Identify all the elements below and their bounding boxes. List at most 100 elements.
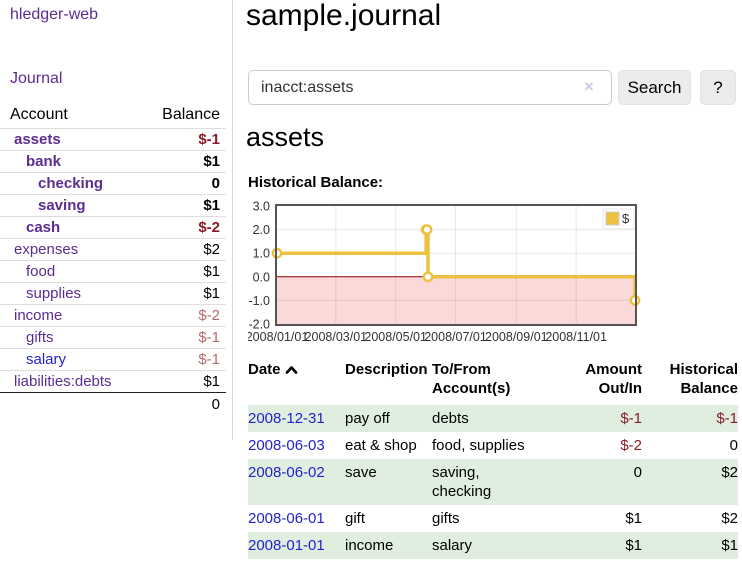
register-table: Date Description To/From Account(s) Amou… [248,360,738,559]
data-point-marker [423,225,431,233]
y-axis-tick-label: -1.0 [248,294,270,308]
transaction-description: income [345,532,432,559]
search-input[interactable] [248,70,612,105]
sidebar-account-expenses[interactable]: expenses [14,241,78,258]
accounts-table: Account Balance assets $-1 bank $1 checking 0… [0,103,226,416]
y-axis-tick-label: 1.0 [253,247,270,261]
register-header-row: Date Description To/From Account(s) Amou… [248,360,738,405]
transaction-balance: $2 [642,459,738,505]
register-row: 2008-06-02savesaving, checking0$2 [248,459,738,505]
data-point-marker [424,273,432,281]
account-balance: $1 [150,151,226,173]
sort-ascending-icon [284,364,299,375]
account-row: cash $-2 [0,217,226,239]
transaction-description: pay off [345,405,432,432]
accounts-total-row: 0 [0,393,226,417]
accounts-header-account: Account [0,103,150,129]
y-axis-tick-label: 0.0 [253,270,270,284]
register-row: 2008-06-03eat & shopfood, supplies$-20 [248,432,738,459]
account-balance: $1 [150,371,226,393]
account-balance: $1 [150,261,226,283]
sidebar-account-gifts[interactable]: gifts [26,329,54,346]
sidebar-account-liabilities:debts[interactable]: liabilities:debts [14,373,112,390]
account-row: salary $-1 [0,349,226,371]
account-heading: assets [246,118,324,156]
account-balance: $1 [150,195,226,217]
sidebar-account-food[interactable]: food [26,263,55,280]
x-axis-tick-label: 2008/01/01 [248,330,308,344]
account-balance: 0 [150,173,226,195]
sidebar: hledger-web Journal Account Balance asse… [0,0,233,440]
legend-swatch [606,212,619,225]
account-row: supplies $1 [0,283,226,305]
x-axis-tick-label: 2008/03/01 [305,330,368,344]
transaction-accounts: salary [432,532,548,559]
account-row: bank $1 [0,151,226,173]
clear-search-icon[interactable]: × [584,77,594,97]
transaction-description: gift [345,505,432,532]
x-axis-tick-label: 2008/05/01 [364,330,427,344]
account-balance: $-1 [150,129,226,151]
sidebar-account-bank[interactable]: bank [26,153,61,170]
account-balance: $-2 [150,305,226,327]
x-axis-tick-label: 2008/07/01 [424,330,487,344]
account-balance: $-1 [150,327,226,349]
account-row: food $1 [0,261,226,283]
transaction-date-link[interactable]: 2008-06-03 [248,437,325,454]
x-axis-tick-label: 2008/11/01 [545,330,607,344]
accounts-total-value: 0 [150,393,226,417]
app-title-link[interactable]: hledger-web [10,6,98,24]
search-form: × Search ? [248,70,742,105]
account-row: gifts $-1 [0,327,226,349]
register-row: 2008-06-01 giftgifts$1$2 [248,505,738,532]
sidebar-account-income[interactable]: income [14,307,62,324]
transaction-amount: $-1 [548,405,642,432]
account-balance: $-1 [150,349,226,371]
x-axis-tick-label: 2008/09/01 [485,330,548,344]
transaction-date-link[interactable]: 2008-12-31 [248,410,325,427]
register-row: 2008-01-01incomesalary$1$1 [248,532,738,559]
sidebar-account-salary[interactable]: salary [26,351,66,368]
column-header-amount: Amount Out/In [548,360,642,405]
account-balance: $2 [150,239,226,261]
page-title: sample.journal [246,0,441,36]
transaction-amount: $1 [548,532,642,559]
transaction-date-link[interactable]: 2008-01-01 [248,537,325,554]
column-header-date[interactable]: Date [248,360,345,405]
account-balance: $1 [150,283,226,305]
transaction-accounts: food, supplies [432,432,548,459]
y-axis-tick-label: 3.0 [253,200,270,214]
date-header-label: Date [248,361,281,378]
transaction-balance: $2 [642,505,738,532]
sidebar-account-checking[interactable]: checking [38,175,103,192]
transaction-description: eat & shop [345,432,432,459]
transaction-amount: $1 [548,505,642,532]
hledger-web-window: hledger-web Journal Account Balance asse… [0,0,742,582]
column-header-description: Description [345,360,432,405]
search-button[interactable]: Search [618,70,691,105]
account-row: liabilities:debts $1 [0,371,226,393]
transaction-accounts: saving, checking [432,459,548,505]
help-button[interactable]: ? [700,70,736,105]
transaction-accounts: gifts [432,505,548,532]
transaction-amount: 0 [548,459,642,505]
account-row: checking 0 [0,173,226,195]
historical-balance-chart: $3.02.01.00.0-1.0-2.02008/01/012008/03/0… [248,200,648,346]
account-row: income $-2 [0,305,226,327]
transaction-balance: $-1 [642,405,738,432]
transaction-date-link[interactable]: 2008-06-02 [248,464,325,481]
register-row: 2008-12-31pay offdebts$-1$-1 [248,405,738,432]
legend-label: $ [622,211,630,226]
transaction-balance: 0 [642,432,738,459]
sidebar-account-supplies[interactable]: supplies [26,285,81,302]
sidebar-item-journal[interactable]: Journal [10,70,62,88]
y-axis-tick-label: 2.0 [253,223,270,237]
transaction-date-link[interactable]: 2008-06-01 [248,510,325,527]
sidebar-account-saving[interactable]: saving [38,197,86,214]
column-header-balance: Historical Balance [642,360,738,405]
account-balance: $-2 [150,217,226,239]
sidebar-account-cash[interactable]: cash [26,219,60,236]
accounts-header-balance: Balance [150,103,226,129]
account-row: assets $-1 [0,129,226,151]
sidebar-account-assets[interactable]: assets [14,131,61,148]
